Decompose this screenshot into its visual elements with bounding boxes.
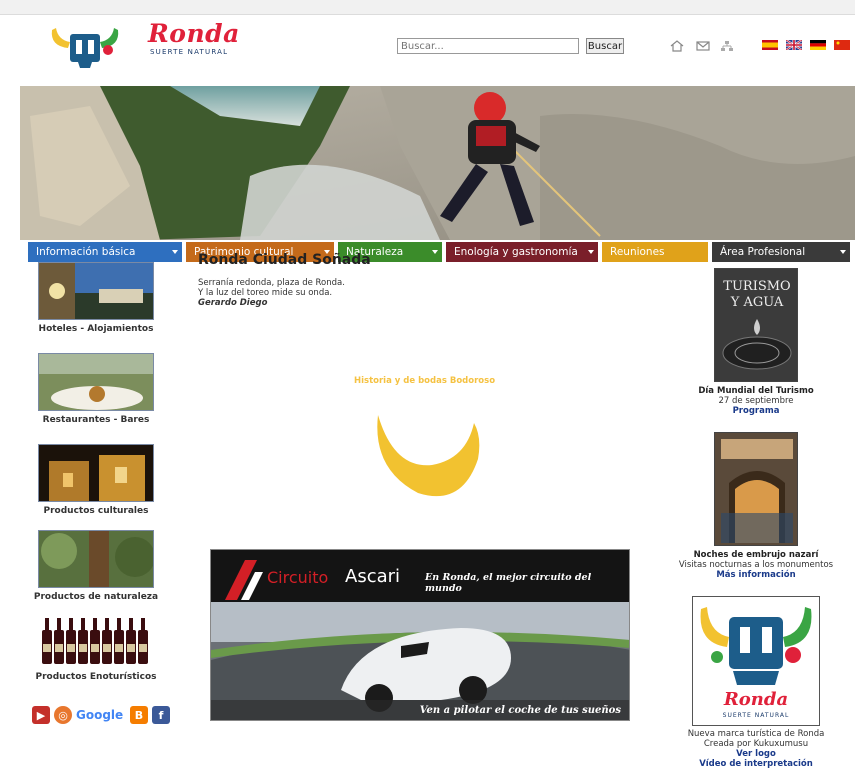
event-info-link[interactable]: Más información [670,570,842,580]
google-label: Google [76,708,124,722]
event-title: Día Mundial del Turismo [698,386,814,396]
ad-brand-b: Ascari [345,566,401,587]
blogger-icon[interactable]: B [130,706,148,724]
brand-card-name: Ronda [723,689,789,710]
ad-cta: Ven a pilotar el coche de tus sueños [419,705,621,716]
bull-logo-icon[interactable] [48,22,122,70]
browser-top-strip [0,0,855,15]
poster-text-b: Y AGUA [730,295,784,310]
flag-spain-icon[interactable] [762,40,778,50]
poem-author: Gerardo Diego [198,298,268,308]
nature-thumbnail[interactable] [38,530,154,588]
nav-enologia-gastronomia[interactable]: Enología y gastronomía [446,242,598,262]
crescent-moon-logo [377,415,480,497]
category-label: Productos de naturaleza [33,592,159,602]
banner-climber-image [20,86,855,240]
bull-logo-icon [700,607,812,685]
restaurant-thumbnail[interactable] [38,353,154,411]
poem-line: Y la luz del toreo mide su onda. [198,288,333,298]
ad-brand-a: Circuito [267,568,329,587]
category-label: Restaurantes - Bares [42,415,150,425]
poem-line: Serranía redonda, plaza de Ronda. [198,278,345,288]
event-noches-nazari: Noches de embrujo nazarí Visitas nocturn… [670,432,842,580]
flag-uk-icon[interactable] [786,40,802,50]
category-label: Productos culturales [43,506,149,516]
search-input[interactable] [397,38,579,54]
sitemap-icon[interactable] [720,40,734,52]
nav-label: Área Profesional [720,246,806,258]
poem: Serranía redonda, plaza de Ronda. Y la l… [198,278,345,308]
video-link[interactable]: Vídeo de interpretación [670,759,842,769]
event-dia-turismo: TURISMO Y AGUA Día Mundial del Turismo 2… [670,268,842,416]
brand-section: Ronda SUERTE NATURAL Nueva marca turísti… [670,596,842,769]
wine-bottles-image[interactable] [38,616,154,666]
circuito-ascari-ad[interactable]: Circuito Ascari En Ronda, el mejor circu… [210,549,630,721]
event-date: 27 de septiembre [718,396,794,406]
home-icon[interactable] [670,40,684,52]
hotel-thumbnail[interactable] [38,262,154,320]
category-productos-naturaleza[interactable]: Productos de naturaleza [20,530,172,602]
event-programa-link[interactable]: Programa [670,406,842,416]
category-restaurantes[interactable]: Restaurantes - Bares [20,353,172,425]
event-desc: Visitas nocturnas a los monumentos [678,560,834,570]
event-title: Noches de embrujo nazarí [693,550,819,560]
brand-card-tagline: SUERTE NATURAL [722,712,790,719]
category-productos-enoturisticos[interactable]: Productos Enoturísticos [20,616,172,682]
nav-reuniones[interactable]: Reuniones [602,242,708,262]
nav-area-profesional[interactable]: Área Profesional [712,242,850,262]
page: Ronda SUERTE NATURAL Buscar... Buscar In… [20,16,855,772]
brand-desc: Nueva marca turística de Ronda [687,729,825,739]
animation-caption: Historia y de bodas Bodoroso [354,376,496,386]
google-maps-icon[interactable]: Google [76,706,123,724]
category-label: Productos Enoturísticos [35,672,157,682]
facebook-icon[interactable]: f [152,706,170,724]
mail-icon[interactable] [696,40,710,52]
page-title: Ronda Ciudad Soñada [198,252,371,268]
brand-name: Ronda [148,19,240,48]
ver-logo-link[interactable]: Ver logo [670,749,842,759]
flag-germany-icon[interactable] [810,40,826,50]
nav-label: Reuniones [610,246,665,258]
nav-label: Información básica [36,246,136,258]
culture-thumbnail[interactable] [38,444,154,502]
category-hoteles[interactable]: Hoteles - Alojamientos [20,262,172,334]
brand-tagline: SUERTE NATURAL [150,48,229,56]
main-nav: Información básica Patrimonio cultural N… [28,242,850,262]
category-label: Hoteles - Alojamientos [38,324,154,334]
ronda-brand-card[interactable]: Ronda SUERTE NATURAL [692,596,820,726]
ivoox-icon[interactable]: ◎ [54,706,72,724]
turismo-y-agua-poster[interactable]: TURISMO Y AGUA [714,268,798,382]
nav-label: Enología y gastronomía [454,246,578,258]
youtube-icon[interactable]: ▶ [32,706,50,724]
search-button[interactable]: Buscar [586,38,624,54]
nav-informacion-basica[interactable]: Información básica [28,242,182,262]
ad-tagline: En Ronda, el mejor circuito del mundo [425,572,592,594]
flag-china-icon[interactable] [834,40,850,50]
noches-nazari-poster[interactable] [714,432,798,546]
poster-text-a: TURISMO [723,279,791,294]
category-productos-culturales[interactable]: Productos culturales [20,444,172,516]
ronda-brand-logo[interactable]: Ronda SUERTE NATURAL [148,20,260,60]
brand-desc: Creada por Kukuxumusu [703,739,809,749]
